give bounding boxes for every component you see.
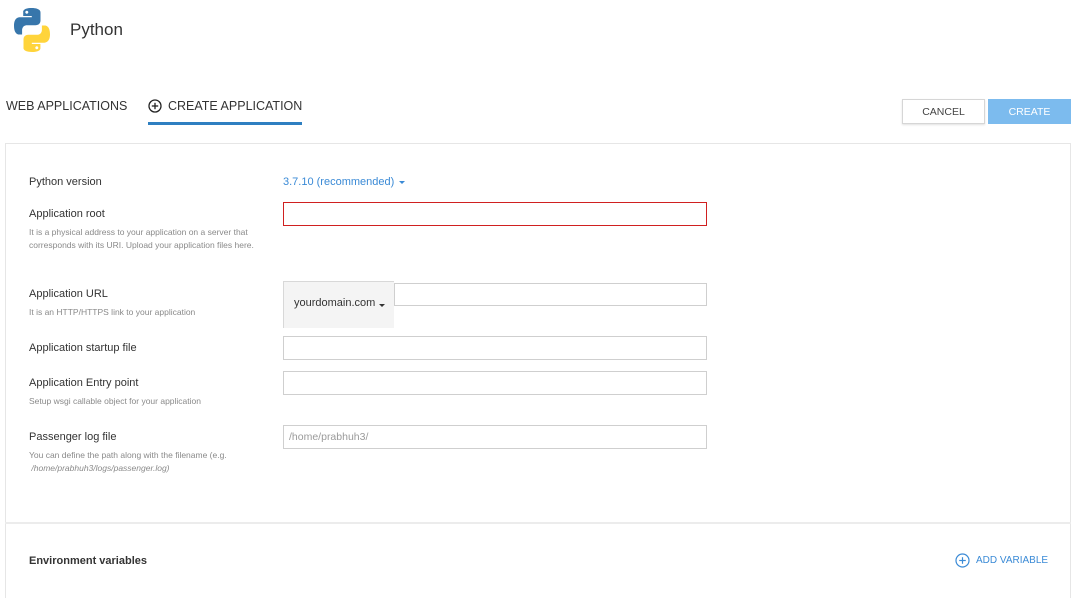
add-variable-button[interactable]: ADD VARIABLE: [955, 553, 1048, 568]
passenger-log-input[interactable]: [283, 425, 707, 449]
app-root-input[interactable]: [283, 202, 707, 226]
startup-file-input[interactable]: [283, 336, 707, 360]
app-url-input[interactable]: [394, 283, 707, 306]
tab-create-label: CREATE APPLICATION: [168, 99, 303, 113]
domain-dropdown[interactable]: yourdomain.com: [283, 281, 394, 328]
entry-point-hint: Setup wsgi callable object for your appl…: [29, 396, 201, 406]
python-version-label: Python version: [29, 176, 102, 188]
passenger-log-hint: You can define the path along with the f…: [29, 449, 269, 475]
passenger-log-hint-example: /home/prabhuh3/logs/passenger.log): [31, 463, 170, 473]
entry-point-input[interactable]: [283, 371, 707, 395]
app-url-label: Application URL: [29, 288, 108, 300]
create-button[interactable]: CREATE: [988, 99, 1071, 124]
python-logo-icon: [14, 8, 50, 52]
passenger-log-label: Passenger log file: [29, 431, 117, 443]
cancel-button[interactable]: CANCEL: [902, 99, 985, 124]
app-root-label: Application root: [29, 208, 105, 220]
python-version-dropdown[interactable]: 3.7.10 (recommended): [283, 176, 406, 188]
caret-down-icon: [399, 180, 406, 184]
plus-circle-icon: [955, 553, 970, 568]
entry-point-label: Application Entry point: [29, 377, 139, 389]
tab-web-applications[interactable]: WEB APPLICATIONS: [6, 99, 127, 113]
caret-down-icon: [379, 304, 386, 307]
passenger-log-hint-text: You can define the path along with the f…: [29, 450, 227, 460]
app-url-hint: It is an HTTP/HTTPS link to your applica…: [29, 307, 196, 317]
python-version-value: 3.7.10 (recommended): [283, 176, 395, 188]
app-root-hint: It is a physical address to your applica…: [29, 227, 254, 250]
env-variables-title: Environment variables: [29, 555, 147, 567]
tab-create-application[interactable]: CREATE APPLICATION: [148, 99, 303, 125]
startup-file-label: Application startup file: [29, 342, 137, 354]
page-title: Python: [70, 20, 123, 39]
add-variable-label: ADD VARIABLE: [976, 555, 1049, 566]
section-divider: [5, 522, 1071, 524]
app-header: Python: [0, 0, 1076, 60]
plus-circle-icon: [148, 99, 162, 113]
domain-value: yourdomain.com: [294, 297, 376, 309]
